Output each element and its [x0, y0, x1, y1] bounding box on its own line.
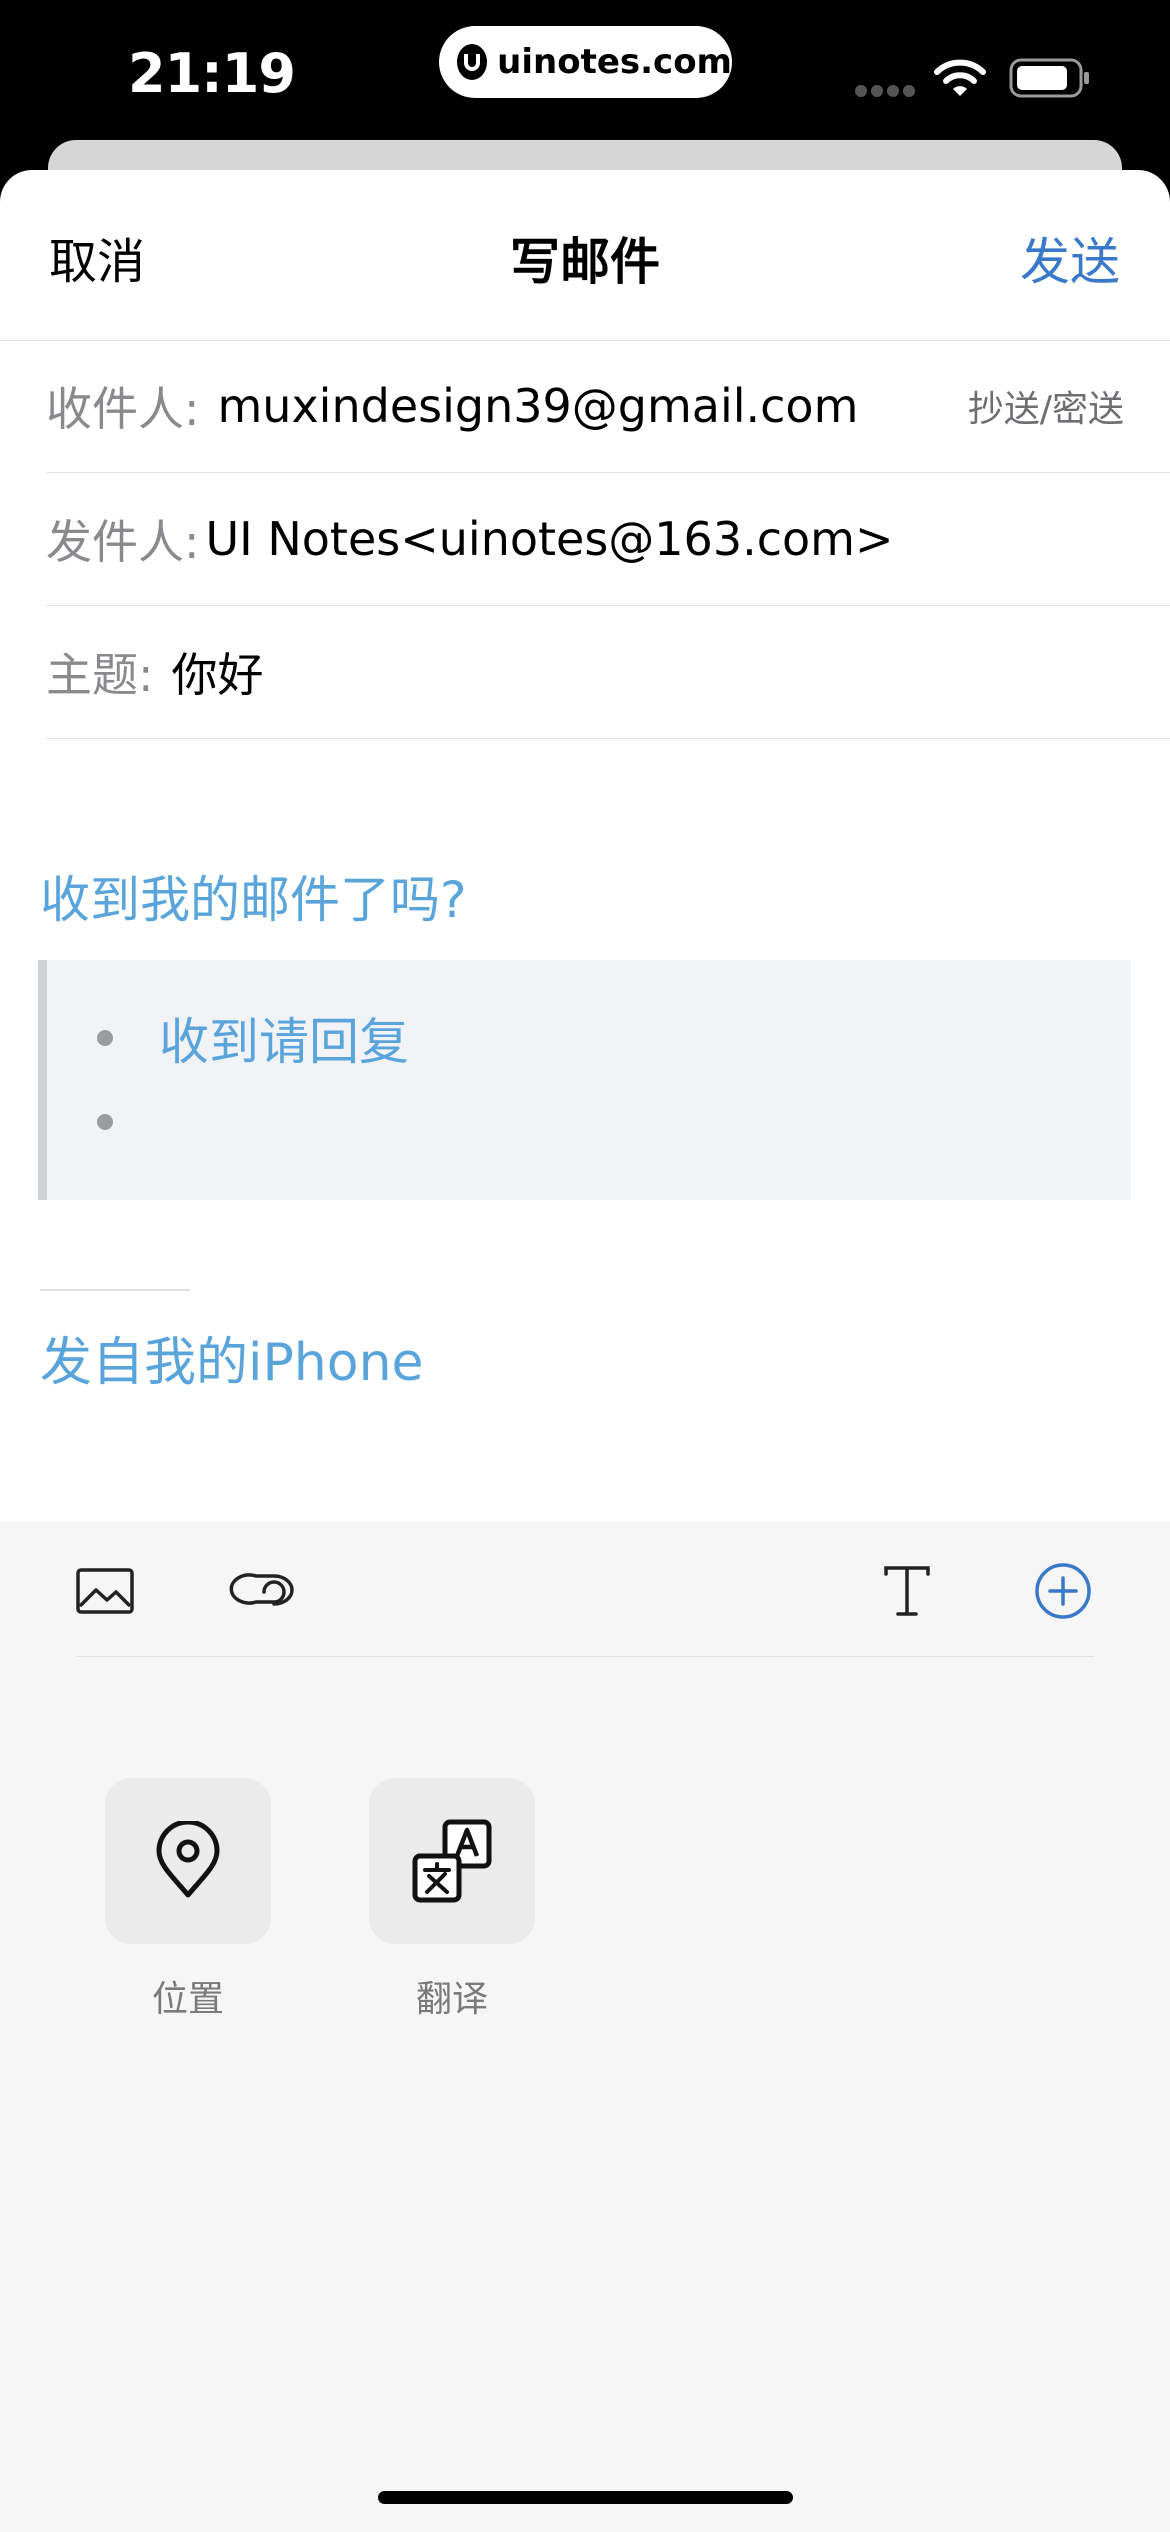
location-label: 位置: [151, 1979, 224, 2020]
uinotes-logo-icon: [457, 44, 488, 80]
send-button[interactable]: 发送: [1020, 222, 1120, 294]
cancel-button[interactable]: 取消: [49, 222, 145, 292]
text-format-icon[interactable]: [876, 1560, 938, 1622]
add-circle-icon[interactable]: [1032, 1560, 1094, 1622]
bullet-icon: [97, 1114, 113, 1130]
to-label: 收件人:: [46, 382, 200, 436]
body-question-text[interactable]: 收到我的邮件了吗?: [40, 860, 467, 932]
subject-value[interactable]: 你好: [172, 639, 264, 705]
toolbar-divider: [76, 1656, 1094, 1657]
translate-icon: [412, 1819, 492, 1903]
photo-icon[interactable]: [74, 1560, 136, 1622]
from-value[interactable]: UI Notes<uinotes@163.com>: [206, 512, 894, 566]
translate-button[interactable]: [369, 1778, 535, 1944]
from-label: 发件人:: [46, 515, 200, 569]
location-button[interactable]: [105, 1778, 271, 1944]
bullet-icon: [97, 1030, 113, 1046]
signature-divider: [40, 1289, 190, 1291]
quote-block[interactable]: 收到请回复: [38, 960, 1131, 1200]
cellular-signal-icon: [855, 85, 915, 97]
subject-field[interactable]: 主题: 你好: [46, 606, 1170, 739]
translate-label: 翻译: [415, 1979, 488, 2020]
compose-nav-bar: 写邮件 取消 发送: [0, 170, 1170, 341]
location-pin-icon: [156, 1821, 220, 1898]
from-field[interactable]: 发件人: UI Notes<uinotes@163.com>: [46, 473, 1170, 606]
subject-label: 主题:: [46, 648, 154, 702]
link-icon[interactable]: [228, 1560, 298, 1622]
status-time: 21:19: [128, 42, 296, 105]
to-field[interactable]: 收件人: muxindesign39@gmail.com 抄送/密送: [46, 340, 1170, 473]
battery-icon: [1009, 58, 1089, 98]
url-pill[interactable]: uinotes.com: [439, 26, 732, 98]
cc-bcc-button[interactable]: 抄送/密送: [968, 380, 1124, 432]
list-item[interactable]: 收到请回复: [97, 1002, 409, 1074]
format-panel: 位置 翻译: [0, 1522, 1170, 2532]
list-item[interactable]: [97, 1114, 159, 1130]
wifi-icon: [934, 59, 986, 96]
to-value[interactable]: muxindesign39@gmail.com: [218, 379, 859, 433]
list-item-text: 收到请回复: [159, 1013, 409, 1071]
page-title: 写邮件: [510, 233, 660, 291]
url-text: uinotes.com: [497, 42, 732, 82]
home-indicator[interactable]: [378, 2491, 793, 2504]
signature-text[interactable]: 发自我的iPhone: [40, 1320, 424, 1395]
